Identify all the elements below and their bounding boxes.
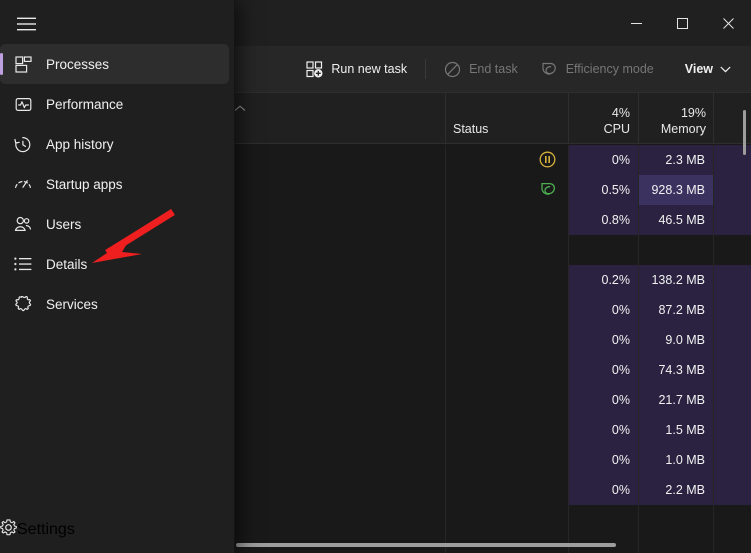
run-new-task-icon bbox=[306, 61, 323, 78]
trailing-heat-cell bbox=[714, 175, 751, 205]
cpu-value: 0.5% bbox=[569, 175, 630, 205]
maximize-icon bbox=[677, 18, 688, 29]
run-new-task-label: Run new task bbox=[331, 62, 407, 76]
end-task-label: End task bbox=[469, 62, 518, 76]
trailing-heat-cell bbox=[714, 415, 751, 445]
cpu-value: 0% bbox=[569, 295, 630, 325]
toolbar-divider bbox=[425, 59, 426, 79]
trailing-heat-cell bbox=[714, 205, 751, 235]
column-header-memory[interactable]: 19% Memory bbox=[640, 105, 706, 137]
sidebar-item-app-history[interactable]: App history bbox=[0, 124, 229, 164]
memory-value: 928.3 MB bbox=[639, 175, 705, 205]
sidebar-item-label: Performance bbox=[46, 97, 123, 112]
menu-button[interactable] bbox=[4, 4, 48, 44]
sidebar-item-performance[interactable]: Performance bbox=[0, 84, 229, 124]
memory-value: 87.2 MB bbox=[639, 295, 705, 325]
column-separator bbox=[638, 93, 639, 143]
minimize-button[interactable] bbox=[613, 0, 659, 46]
nav-list: Processes Performance bbox=[0, 44, 235, 324]
sidebar-item-label: App history bbox=[46, 137, 114, 152]
memory-value: 9.0 MB bbox=[639, 325, 705, 355]
trailing-heat-cell bbox=[714, 295, 751, 325]
horizontal-scrollbar-track[interactable] bbox=[236, 543, 745, 547]
close-button[interactable] bbox=[705, 0, 751, 46]
selection-indicator bbox=[0, 53, 3, 75]
task-manager-window: Run new task End task Efficiency mode Vi… bbox=[0, 0, 751, 553]
minimize-icon bbox=[631, 18, 642, 29]
column-separator bbox=[713, 93, 714, 143]
processes-icon bbox=[0, 56, 46, 73]
gear-icon bbox=[0, 519, 17, 541]
cpu-value: 0.2% bbox=[569, 265, 630, 295]
efficiency-mode-label: Efficiency mode bbox=[566, 62, 654, 76]
trailing-heat-cell bbox=[714, 475, 751, 505]
horizontal-scrollbar-thumb[interactable] bbox=[236, 543, 616, 547]
sidebar-item-processes[interactable]: Processes bbox=[0, 44, 229, 84]
sidebar-item-label: Startup apps bbox=[46, 177, 123, 192]
sidebar-item-users[interactable]: Users bbox=[0, 204, 229, 244]
sidebar-item-services[interactable]: Services bbox=[0, 284, 229, 324]
users-icon bbox=[0, 216, 46, 233]
navigation-flyout: Processes Performance bbox=[0, 0, 235, 553]
column-header-cpu[interactable]: 4% CPU bbox=[570, 105, 630, 137]
performance-icon bbox=[0, 96, 46, 113]
column-separator bbox=[568, 93, 569, 143]
vertical-scrollbar-thumb[interactable] bbox=[743, 110, 746, 155]
sidebar-item-label: Services bbox=[46, 297, 98, 312]
efficiency-mode-icon bbox=[540, 61, 558, 78]
memory-value: 1.0 MB bbox=[639, 445, 705, 475]
cpu-value: 0% bbox=[569, 475, 630, 505]
sidebar-item-startup-apps[interactable]: Startup apps bbox=[0, 164, 229, 204]
trailing-heat-cell bbox=[714, 355, 751, 385]
run-new-task-button[interactable]: Run new task bbox=[295, 54, 418, 84]
cpu-value: 0% bbox=[569, 415, 630, 445]
services-icon bbox=[0, 296, 46, 313]
cpu-value: 0.8% bbox=[569, 205, 630, 235]
cpu-value: 0% bbox=[569, 355, 630, 385]
app-history-icon bbox=[0, 136, 46, 153]
sidebar-item-label: Details bbox=[46, 257, 87, 272]
memory-value: 74.3 MB bbox=[639, 355, 705, 385]
startup-apps-icon bbox=[0, 176, 46, 192]
cpu-value: 0% bbox=[569, 385, 630, 415]
trailing-heat-cell bbox=[714, 265, 751, 295]
window-controls bbox=[613, 0, 751, 46]
end-task-button[interactable]: End task bbox=[433, 54, 529, 84]
view-button[interactable]: View bbox=[675, 54, 741, 84]
maximize-button[interactable] bbox=[659, 0, 705, 46]
hamburger-icon bbox=[17, 17, 36, 31]
sort-caret-icon bbox=[234, 105, 246, 115]
trailing-heat-cell bbox=[714, 445, 751, 475]
column-header-status[interactable]: Status bbox=[453, 121, 553, 137]
sidebar-item-details[interactable]: Details bbox=[0, 244, 229, 284]
efficiency-mode-button[interactable]: Efficiency mode bbox=[529, 54, 665, 84]
details-icon bbox=[0, 257, 46, 271]
view-label: View bbox=[685, 62, 713, 76]
memory-value: 46.5 MB bbox=[639, 205, 705, 235]
end-task-icon bbox=[444, 61, 461, 78]
memory-value: 2.3 MB bbox=[639, 145, 705, 175]
sidebar-item-label: Settings bbox=[17, 521, 75, 539]
cpu-value: 0% bbox=[569, 325, 630, 355]
memory-value: 1.5 MB bbox=[639, 415, 705, 445]
column-separator bbox=[445, 93, 446, 143]
close-icon bbox=[723, 18, 734, 29]
chevron-down-icon bbox=[720, 66, 731, 73]
trailing-heat-cell bbox=[714, 385, 751, 415]
memory-value: 2.2 MB bbox=[639, 475, 705, 505]
cpu-value: 0% bbox=[569, 145, 630, 175]
suspended-icon bbox=[539, 151, 557, 169]
memory-value: 138.2 MB bbox=[639, 265, 705, 295]
sidebar-item-settings[interactable]: Settings bbox=[0, 510, 229, 550]
sidebar-item-label: Users bbox=[46, 217, 81, 232]
memory-value: 21.7 MB bbox=[639, 385, 705, 415]
cpu-value: 0% bbox=[569, 445, 630, 475]
efficiency-icon bbox=[539, 181, 557, 199]
sidebar-item-label: Processes bbox=[46, 57, 109, 72]
trailing-heat-cell bbox=[714, 325, 751, 355]
